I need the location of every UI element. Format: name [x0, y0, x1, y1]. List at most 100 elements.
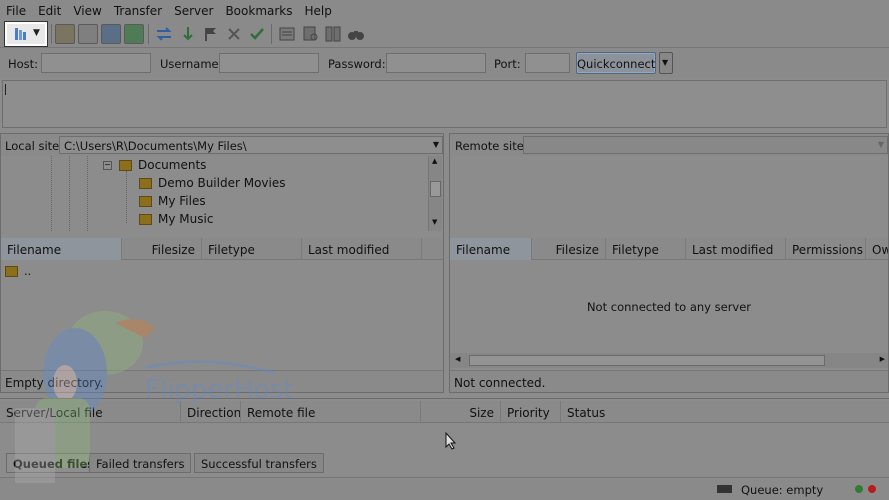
process-queue-icon[interactable]	[178, 24, 198, 44]
host-label: Host:	[8, 57, 39, 71]
col-direction[interactable]: Direction	[181, 401, 241, 423]
tree-guide-line	[51, 156, 52, 231]
remote-pane: Remote site: ▼ Filename Filesize Filetyp…	[449, 133, 889, 393]
tree-item-my-music[interactable]: My Music	[139, 212, 213, 226]
chevron-down-icon: ▼	[662, 58, 669, 67]
col-filesize[interactable]: Filesize	[122, 238, 202, 260]
table-row[interactable]: ..	[5, 264, 31, 278]
toggle-local-tree-icon[interactable]	[78, 24, 98, 44]
tree-guide-line	[87, 156, 88, 231]
local-path-input[interactable]: C:\Users\R\Documents\My Files\ ▼	[59, 136, 443, 154]
toggle-sync-browsing-icon[interactable]	[301, 24, 321, 44]
queue-status: Queue: empty	[741, 483, 824, 497]
col-filename[interactable]: Filename	[1, 238, 122, 260]
port-input[interactable]	[525, 53, 570, 73]
col-filesize[interactable]: Filesize	[532, 238, 606, 260]
row-filename: ..	[24, 264, 32, 278]
remote-status: Not connected.	[450, 370, 888, 392]
username-label: Username:	[160, 57, 223, 71]
refresh-icon[interactable]	[154, 24, 174, 44]
chevron-down-icon: ▼	[33, 28, 40, 38]
remote-empty-message: Not connected to any server	[586, 300, 752, 314]
menu-file[interactable]: File	[0, 4, 32, 18]
menu-bookmarks[interactable]: Bookmarks	[219, 4, 298, 18]
scroll-up-icon[interactable]: ▲	[432, 157, 437, 165]
reconnect-icon[interactable]	[247, 24, 267, 44]
mouse-cursor-icon	[445, 431, 457, 453]
col-filename[interactable]: Filename	[450, 238, 532, 260]
col-size[interactable]: Size	[421, 401, 501, 423]
menu-view[interactable]: View	[67, 4, 107, 18]
folder-icon	[139, 195, 152, 207]
col-status[interactable]: Status	[561, 401, 761, 423]
message-log[interactable]	[2, 80, 887, 128]
col-last-modified[interactable]: Last modified	[302, 238, 422, 260]
scroll-right-icon[interactable]: ▶	[880, 355, 885, 363]
menu-help[interactable]: Help	[299, 4, 338, 18]
col-remote-file[interactable]: Remote file	[241, 401, 421, 423]
directory-listing-filters-icon[interactable]	[277, 24, 297, 44]
queue-header: Server/Local file Direction Remote file …	[0, 401, 889, 423]
tree-item-demo-builder-movies[interactable]: Demo Builder Movies	[139, 176, 286, 190]
tree-item-documents[interactable]: Documents	[119, 158, 206, 172]
local-tree-scrollbar[interactable]: ▲ ▼	[428, 156, 442, 231]
tree-collapse-icon[interactable]: −	[103, 161, 112, 170]
host-input[interactable]	[41, 53, 151, 73]
speed-limit-icon[interactable]	[717, 485, 732, 493]
local-site-label: Local site:	[5, 139, 64, 153]
disconnect-icon[interactable]	[224, 24, 244, 44]
folder-icon	[139, 177, 152, 189]
col-last-modified[interactable]: Last modified	[686, 238, 786, 260]
text-cursor	[5, 84, 6, 95]
remote-path-input[interactable]: ▼	[523, 136, 888, 154]
site-manager-button[interactable]: ▼	[5, 22, 47, 46]
password-label: Password:	[328, 57, 386, 71]
toggle-remote-tree-icon[interactable]	[101, 24, 121, 44]
tree-item-label: My Files	[158, 194, 206, 208]
menu-edit[interactable]: Edit	[32, 4, 67, 18]
tree-guide-line	[69, 156, 70, 231]
quickconnect-dropdown-button[interactable]: ▼	[659, 52, 673, 74]
local-path-text: C:\Users\R\Documents\My Files\	[64, 139, 247, 153]
scroll-thumb[interactable]	[469, 355, 825, 366]
port-label: Port:	[494, 57, 521, 71]
menu-transfer[interactable]: Transfer	[108, 4, 168, 18]
local-tree: − Documents Demo Builder Movies My Files…	[1, 156, 443, 231]
activity-led-green-icon	[855, 485, 863, 493]
search-icon[interactable]	[346, 24, 366, 44]
cancel-operation-icon[interactable]	[201, 24, 221, 44]
scroll-thumb[interactable]	[430, 181, 441, 197]
tree-item-my-files[interactable]: My Files	[139, 194, 206, 208]
col-owner[interactable]: Ow	[866, 238, 888, 260]
username-input[interactable]	[219, 53, 319, 73]
scroll-left-icon[interactable]: ◀	[455, 355, 460, 363]
tab-failed-transfers[interactable]: Failed transfers	[89, 453, 192, 473]
remote-hscrollbar[interactable]: ◀ ▶	[450, 353, 888, 368]
scroll-down-icon[interactable]: ▼	[432, 218, 437, 226]
directory-comparison-icon[interactable]	[323, 24, 343, 44]
toggle-log-icon[interactable]	[55, 24, 75, 44]
quickconnect-bar: Host: Username: Password: Port: Quickcon…	[0, 48, 889, 78]
col-filetype[interactable]: Filetype	[606, 238, 686, 260]
menu-server[interactable]: Server	[168, 4, 219, 18]
toggle-queue-icon[interactable]	[124, 24, 144, 44]
chevron-down-icon[interactable]: ▼	[433, 140, 439, 149]
site-manager-icon	[13, 27, 27, 41]
local-pane: Local site: C:\Users\R\Documents\My File…	[0, 133, 444, 393]
chevron-down-icon[interactable]: ▼	[878, 140, 884, 149]
remote-list-header: Filename Filesize Filetype Last modified…	[450, 238, 888, 260]
local-list-header: Filename Filesize Filetype Last modified	[1, 238, 443, 260]
quickconnect-button[interactable]: Quickconnect	[576, 52, 656, 74]
col-priority[interactable]: Priority	[501, 401, 561, 423]
folder-icon	[119, 159, 132, 171]
status-bar: Queue: empty	[0, 477, 889, 500]
remote-tree	[450, 156, 888, 233]
password-input[interactable]	[386, 53, 486, 73]
col-permissions[interactable]: Permissions	[786, 238, 866, 260]
tab-queued-files[interactable]: Queued files	[6, 453, 102, 473]
col-server-local-file[interactable]: Server/Local file	[0, 401, 181, 423]
col-filetype[interactable]: Filetype	[202, 238, 302, 260]
tree-item-label: Demo Builder Movies	[158, 176, 286, 190]
local-status: Empty directory.	[1, 370, 443, 392]
tab-successful-transfers[interactable]: Successful transfers	[194, 453, 324, 473]
